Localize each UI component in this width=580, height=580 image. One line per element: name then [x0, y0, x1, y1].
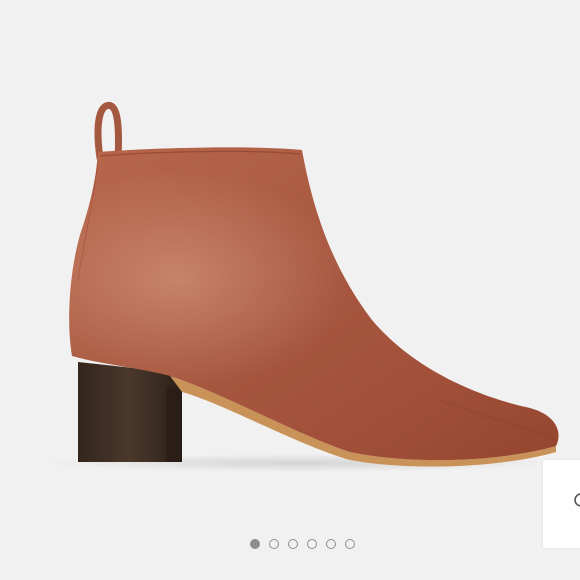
product-image-boot[interactable] — [0, 0, 580, 580]
product-image-viewer — [0, 0, 580, 580]
zoom-button[interactable] — [543, 460, 580, 548]
magnifier-icon — [574, 493, 580, 507]
carousel-dot-6[interactable] — [345, 539, 355, 549]
carousel-dot-1[interactable] — [250, 539, 260, 549]
carousel-dot-5[interactable] — [326, 539, 336, 549]
carousel-pagination — [250, 537, 355, 551]
carousel-dot-2[interactable] — [269, 539, 279, 549]
carousel-dot-3[interactable] — [288, 539, 298, 549]
pull-tab — [94, 101, 122, 162]
carousel-dot-4[interactable] — [307, 539, 317, 549]
